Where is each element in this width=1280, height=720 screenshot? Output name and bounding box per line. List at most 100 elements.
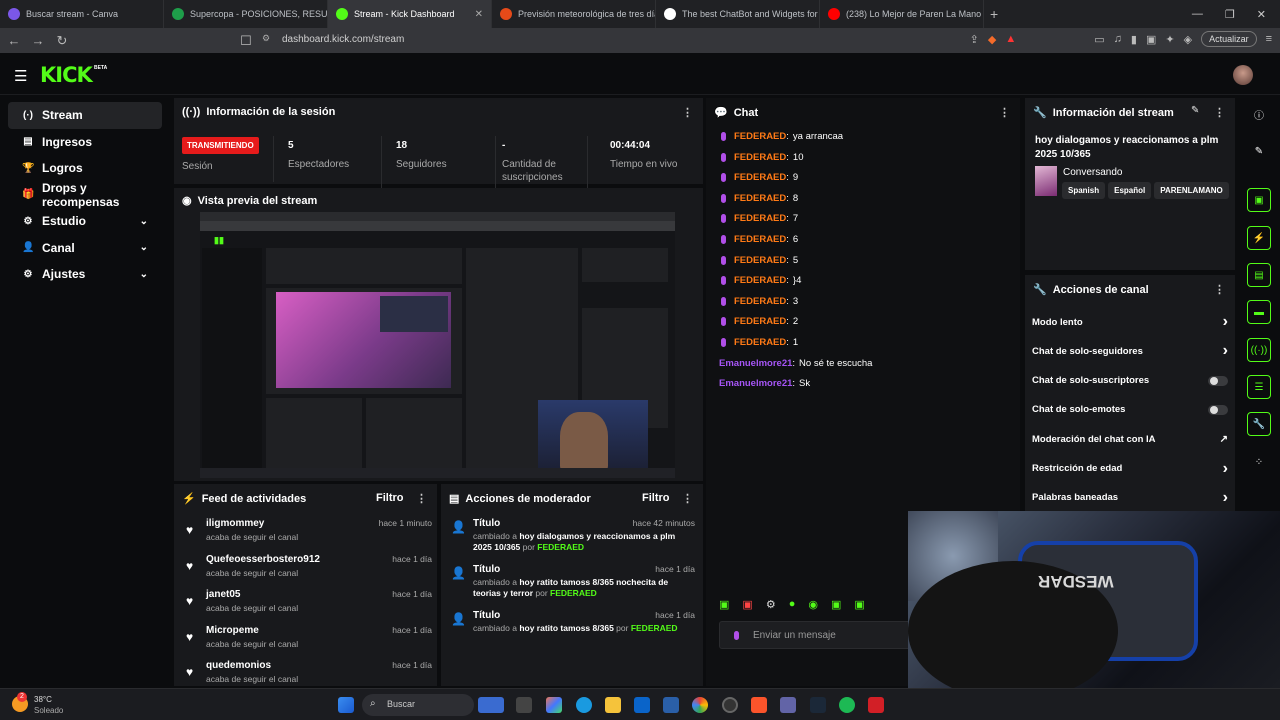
chevron-right-icon[interactable]: ›: [1223, 460, 1228, 478]
sidebar-item-stream[interactable]: (·) Stream: [8, 102, 162, 129]
chevron-right-icon[interactable]: ›: [1223, 342, 1228, 360]
tag-chip[interactable]: Español: [1108, 182, 1152, 199]
minimize-icon[interactable]: —: [1192, 8, 1203, 20]
url-field[interactable]: dashboard.kick.com/stream: [282, 34, 404, 45]
apps-icon[interactable]: ⁘: [1247, 450, 1271, 474]
sidebar-icon[interactable]: ▭: [1094, 33, 1104, 46]
spotify-icon[interactable]: [839, 697, 855, 713]
obs-icon[interactable]: [722, 697, 738, 713]
brave-icon[interactable]: [751, 697, 767, 713]
store-icon[interactable]: [663, 697, 679, 713]
list-item[interactable]: ♥ janet05 acaba de seguir el canal hace 1 d…: [182, 589, 432, 621]
start-icon[interactable]: [338, 697, 354, 713]
channel-action-row[interactable]: Chat de solo-suscriptores: [1032, 370, 1228, 392]
chat-username[interactable]: FEDERAED: [734, 316, 786, 327]
channel-action-row[interactable]: Modo lento ›: [1032, 311, 1228, 333]
chat-username[interactable]: FEDERAED: [734, 255, 786, 266]
task-view-icon[interactable]: [516, 697, 532, 713]
detail-user[interactable]: FEDERAED: [631, 623, 678, 633]
list-item[interactable]: ♥ Quefeoesserbostero912 acaba de seguir el…: [182, 554, 432, 586]
chat-username[interactable]: FEDERAED: [734, 275, 786, 286]
feed-filter-button[interactable]: Filtro: [376, 492, 404, 504]
new-tab-icon[interactable]: +: [990, 6, 998, 22]
sidebar-item-canal[interactable]: 👤 Canal ⌄: [8, 235, 162, 262]
vpn-icon[interactable]: ◈: [1184, 33, 1192, 46]
copilot-icon[interactable]: [546, 697, 562, 713]
info-icon[interactable]: ⓘ: [1247, 102, 1271, 126]
sidebar-item-drops[interactable]: 🎁 Drops y recompensas: [8, 181, 162, 209]
emote-icon[interactable]: ◉: [808, 598, 818, 618]
channel-action-row[interactable]: Chat de solo-emotes: [1032, 399, 1228, 421]
broadcast-icon[interactable]: ((·)): [1247, 338, 1271, 362]
back-icon[interactable]: ←: [4, 33, 24, 48]
sidebar-item-ingresos[interactable]: ▤ Ingresos: [8, 129, 162, 156]
close-tab-icon[interactable]: ✕: [475, 9, 483, 20]
chrome-icon[interactable]: [692, 697, 708, 713]
emote-icon[interactable]: ▣: [854, 598, 864, 618]
media-icon[interactable]: ♫: [1114, 33, 1122, 45]
close-icon[interactable]: ✕: [1257, 8, 1266, 21]
toggle-switch[interactable]: [1208, 404, 1228, 415]
browser-menu-icon[interactable]: ≡: [1266, 33, 1272, 45]
teams-icon[interactable]: [780, 697, 796, 713]
list-item[interactable]: ♥ quedemonios acaba de seguir el canal hace…: [182, 660, 432, 686]
chat-username[interactable]: FEDERAED: [734, 337, 786, 348]
chevron-right-icon[interactable]: ›: [1223, 489, 1228, 507]
document-icon[interactable]: ▤: [1247, 263, 1271, 287]
list-item[interactable]: ♥ Micropeme acaba de seguir el canal hace 1…: [182, 625, 432, 657]
kebab-menu-icon[interactable]: ⋮: [682, 106, 693, 119]
outlook-icon[interactable]: [634, 697, 650, 713]
browser-tab[interactable]: (238) Lo Mejor de Paren La Mano 2024: [820, 0, 984, 28]
kebab-menu-icon[interactable]: ⋮: [1214, 283, 1225, 296]
kebab-menu-icon[interactable]: ⋮: [682, 492, 693, 505]
menu-icon[interactable]: ☰: [14, 67, 27, 85]
ai-icon[interactable]: ✦: [1165, 33, 1174, 46]
stream-preview-video[interactable]: ▮▮: [200, 212, 675, 478]
sidebar-item-logros[interactable]: 🏆 Logros: [8, 155, 162, 182]
sidebar-item-ajustes[interactable]: ⚙ Ajustes ⌄: [8, 261, 162, 288]
tag-chip[interactable]: Spanish: [1062, 182, 1106, 199]
emote-icon[interactable]: ⚙: [766, 598, 776, 618]
tag-chip[interactable]: PARENLAMANO: [1154, 182, 1229, 199]
acrobat-icon[interactable]: [868, 697, 884, 713]
restore-icon[interactable]: ❐: [1225, 8, 1235, 21]
chat-username[interactable]: FEDERAED: [734, 234, 786, 245]
channel-action-row[interactable]: Palabras baneadas ›: [1032, 487, 1228, 509]
kebab-menu-icon[interactable]: ⋮: [416, 492, 427, 505]
chat-username[interactable]: FEDERAED: [734, 131, 786, 142]
avatar[interactable]: [1233, 65, 1253, 85]
brave-shield-icon[interactable]: ◆: [988, 33, 996, 46]
chat-username[interactable]: FEDERAED: [734, 172, 786, 183]
emote-icon[interactable]: ●: [789, 598, 796, 618]
lightning-icon[interactable]: ⚡: [1247, 226, 1271, 250]
chevron-right-icon[interactable]: ›: [1223, 313, 1228, 331]
channel-action-row[interactable]: Moderación del chat con IA ↗: [1032, 428, 1228, 450]
emote-icon[interactable]: ▣: [831, 598, 841, 618]
browser-tab[interactable]: Previsión meteorológica de tres días: [492, 0, 656, 28]
forward-icon[interactable]: →: [28, 33, 48, 48]
steam-icon[interactable]: [810, 697, 826, 713]
kick-logo[interactable]: KICK: [40, 63, 93, 87]
kebab-menu-icon[interactable]: ⋮: [1214, 106, 1225, 119]
extensions-icon[interactable]: ▮: [1131, 33, 1137, 46]
chat-username[interactable]: Emanuelmore21: [719, 358, 792, 369]
browser-tab[interactable]: Buscar stream - Canva: [0, 0, 164, 28]
external-link-icon[interactable]: ↗: [1220, 434, 1228, 445]
file-explorer-icon[interactable]: [605, 697, 621, 713]
bookmark-icon[interactable]: ☐: [236, 33, 256, 49]
emote-icon[interactable]: ▣: [719, 598, 729, 618]
edge-icon[interactable]: [576, 697, 592, 713]
update-button[interactable]: Actualizar: [1201, 31, 1257, 47]
share-icon[interactable]: ⇪: [970, 33, 979, 46]
detail-user[interactable]: FEDERAED: [537, 542, 584, 552]
chat-bubble-icon[interactable]: ▬: [1247, 300, 1271, 324]
browser-tab[interactable]: Supercopa - POSICIONES, RESULTADOS: [164, 0, 328, 28]
layout-icon[interactable]: ▣: [1247, 188, 1271, 212]
wallet-icon[interactable]: ▣: [1146, 33, 1156, 46]
rewards-icon[interactable]: ▲: [1005, 33, 1016, 45]
edit-icon[interactable]: ✎: [1191, 105, 1199, 116]
channel-action-row[interactable]: Restricción de edad ›: [1032, 458, 1228, 480]
browser-tab[interactable]: The best ChatBot and Widgets for Kick: [656, 0, 820, 28]
wrench-icon[interactable]: 🔧: [1247, 412, 1271, 436]
widgets-icon[interactable]: [478, 697, 504, 713]
